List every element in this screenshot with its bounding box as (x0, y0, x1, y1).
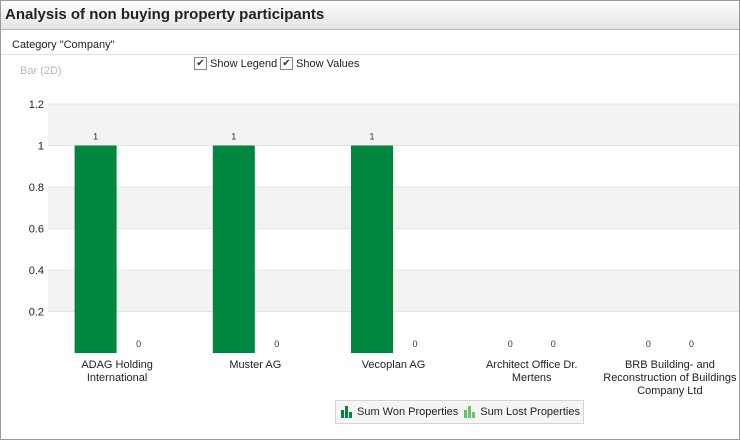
data-label: 0 (136, 339, 141, 349)
data-label: 1 (93, 132, 98, 142)
data-label: 0 (274, 339, 279, 349)
x-tick-label: BRB Building- and (625, 359, 715, 371)
legend-item-lost[interactable]: Sum Lost Properties (464, 406, 580, 418)
x-tick-label: Architect Office Dr. (486, 359, 578, 371)
data-label: 0 (508, 339, 513, 349)
legend-label-won: Sum Won Properties (357, 406, 459, 418)
chart-legend: Sum Won Properties Sum Lost Properties (335, 400, 584, 424)
bar (351, 145, 393, 353)
data-label: 0 (689, 339, 694, 349)
data-label: 1 (369, 132, 374, 142)
x-tick-label: International (87, 372, 148, 384)
data-label: 0 (646, 339, 651, 349)
x-tick-label: Muster AG (229, 359, 281, 371)
data-label: 1 (231, 132, 236, 142)
x-tick-label: Mertens (512, 372, 552, 384)
x-tick-label: ADAG Holding (81, 359, 153, 371)
y-tick-label: 1.2 (29, 99, 44, 111)
bar-chart-icon (464, 406, 476, 418)
grid-band (48, 187, 739, 229)
y-tick-label: 0.2 (29, 307, 44, 319)
x-tick-label: Vecoplan AG (362, 359, 426, 371)
bar (74, 145, 117, 353)
bar (212, 145, 255, 353)
y-tick-label: 1 (38, 141, 44, 153)
data-label: 0 (551, 339, 556, 349)
data-label: 0 (412, 339, 417, 349)
legend-label-lost: Sum Lost Properties (480, 406, 580, 418)
y-tick-label: 0.4 (29, 265, 44, 277)
report-window: Analysis of non buying property particip… (0, 0, 740, 440)
legend-item-won[interactable]: Sum Won Properties (341, 406, 458, 418)
y-tick-label: 0.6 (29, 224, 44, 236)
x-tick-label: Company Ltd (637, 385, 702, 397)
bar-chart-icon (341, 406, 352, 418)
y-tick-label: 0.8 (29, 182, 44, 194)
bar-chart: 0.2 0.4 0.6 0.8 1 1.2 1 0 ADAG HoldingInternatio… (29, 99, 739, 397)
grid-band (48, 270, 739, 312)
x-tick-label: Reconstruction of Buildings (603, 372, 737, 384)
grid-band (48, 104, 739, 146)
